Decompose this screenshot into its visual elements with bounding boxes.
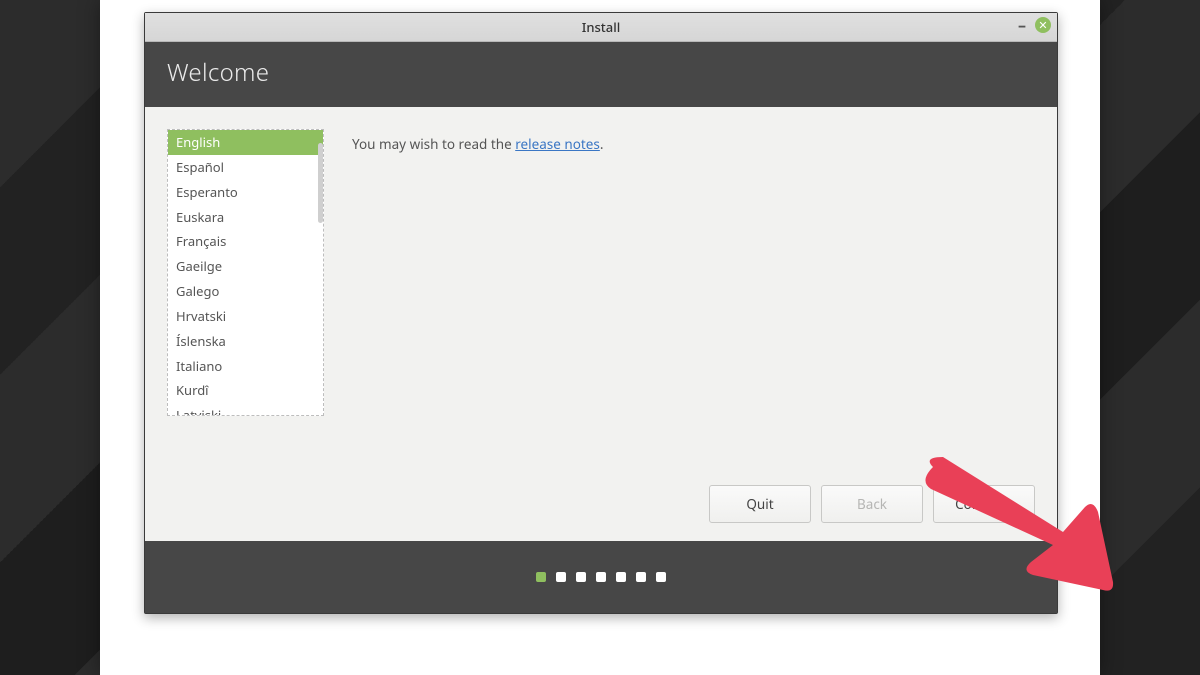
progress-dot — [556, 572, 566, 582]
page-header: Welcome — [145, 42, 1057, 107]
content-area: EnglishEspañolEsperantoEuskaraFrançaisGa… — [145, 107, 1057, 541]
continue-button[interactable]: Continue — [933, 485, 1035, 523]
info-suffix: . — [600, 135, 604, 153]
language-option[interactable]: Español — [168, 155, 323, 180]
release-notes-link[interactable]: release notes — [515, 135, 600, 153]
back-button[interactable]: Back — [821, 485, 923, 523]
navigation-buttons: Quit Back Continue — [709, 485, 1035, 523]
progress-dot — [576, 572, 586, 582]
desktop-background: Install – ✕ Welcome EnglishEspañolEspera… — [0, 0, 1200, 675]
language-option[interactable]: Íslenska — [168, 329, 323, 354]
screenshot-frame: Install – ✕ Welcome EnglishEspañolEspera… — [100, 0, 1100, 675]
progress-dot — [656, 572, 666, 582]
progress-dots — [145, 541, 1057, 613]
info-prefix: You may wish to read the — [352, 135, 515, 153]
page-title: Welcome — [167, 56, 1035, 89]
progress-dot — [616, 572, 626, 582]
language-option[interactable]: Hrvatski — [168, 304, 323, 329]
progress-dot — [536, 572, 546, 582]
progress-dot — [596, 572, 606, 582]
language-option[interactable]: Italiano — [168, 354, 323, 379]
language-option[interactable]: Gaeilge — [168, 254, 323, 279]
info-text: You may wish to read the release notes. — [352, 129, 1035, 519]
language-selector: EnglishEspañolEsperantoEuskaraFrançaisGa… — [167, 129, 324, 416]
language-option[interactable]: Euskara — [168, 205, 323, 230]
language-option[interactable]: Français — [168, 229, 323, 254]
language-option[interactable]: Esperanto — [168, 180, 323, 205]
scrollbar-thumb[interactable] — [318, 143, 323, 223]
installer-window: Install – ✕ Welcome EnglishEspañolEspera… — [144, 12, 1058, 614]
window-title: Install — [145, 18, 1057, 36]
minimize-icon[interactable]: – — [1015, 18, 1029, 32]
language-option[interactable]: Galego — [168, 279, 323, 304]
window-titlebar[interactable]: Install – ✕ — [145, 13, 1057, 42]
progress-dot — [636, 572, 646, 582]
window-controls: – ✕ — [1015, 17, 1051, 33]
close-icon[interactable]: ✕ — [1035, 17, 1051, 33]
language-list[interactable]: EnglishEspañolEsperantoEuskaraFrançaisGa… — [168, 130, 323, 415]
language-option[interactable]: Kurdî — [168, 378, 323, 403]
language-option[interactable]: Latviski — [168, 403, 323, 415]
quit-button[interactable]: Quit — [709, 485, 811, 523]
language-option[interactable]: English — [168, 130, 323, 155]
